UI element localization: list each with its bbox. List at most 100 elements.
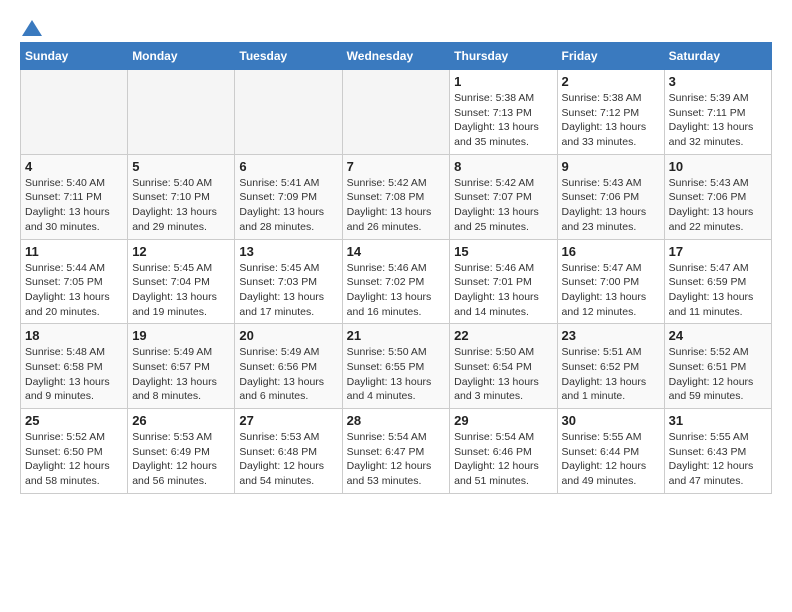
day-info: Sunrise: 5:48 AM Sunset: 6:58 PM Dayligh… bbox=[25, 345, 123, 404]
day-info: Sunrise: 5:46 AM Sunset: 7:02 PM Dayligh… bbox=[347, 261, 446, 320]
calendar-cell bbox=[342, 70, 450, 155]
calendar-cell: 24Sunrise: 5:52 AM Sunset: 6:51 PM Dayli… bbox=[664, 324, 771, 409]
day-number: 10 bbox=[669, 159, 767, 174]
calendar-cell: 23 Sunrise: 5:51 AM Sunset: 6:52 PM Dayli… bbox=[557, 324, 664, 409]
day-info: Sunrise: 5:53 AM Sunset: 6:49 PM Dayligh… bbox=[132, 430, 230, 489]
calendar-cell bbox=[235, 70, 342, 155]
calendar-table: SundayMondayTuesdayWednesdayThursdayFrid… bbox=[20, 42, 772, 494]
page-header bbox=[20, 20, 772, 32]
day-number: 18 bbox=[25, 328, 123, 343]
day-number: 2 bbox=[562, 74, 660, 89]
day-number: 27 bbox=[239, 413, 337, 428]
day-number: 4 bbox=[25, 159, 123, 174]
calendar-cell bbox=[128, 70, 235, 155]
day-number: 15 bbox=[454, 244, 552, 259]
day-info: Sunrise: 5:38 AM Sunset: 7:13 PM Dayligh… bbox=[454, 91, 552, 150]
calendar-cell: 2 Sunrise: 5:38 AM Sunset: 7:12 PM Daylig… bbox=[557, 70, 664, 155]
day-info: Sunrise: 5:47 AM Sunset: 7:00 PM Dayligh… bbox=[562, 261, 660, 320]
day-number: 30 bbox=[562, 413, 660, 428]
logo bbox=[20, 20, 42, 32]
day-header-friday: Friday bbox=[557, 43, 664, 70]
calendar-header-row: SundayMondayTuesdayWednesdayThursdayFrid… bbox=[21, 43, 772, 70]
calendar-week-5: 25 Sunrise: 5:52 AM Sunset: 6:50 PM Dayli… bbox=[21, 409, 772, 494]
day-number: 7 bbox=[347, 159, 446, 174]
day-number: 16 bbox=[562, 244, 660, 259]
day-info: Sunrise: 5:50 AM Sunset: 6:54 PM Dayligh… bbox=[454, 345, 552, 404]
calendar-cell: 6 Sunrise: 5:41 AM Sunset: 7:09 PM Daylig… bbox=[235, 154, 342, 239]
day-header-sunday: Sunday bbox=[21, 43, 128, 70]
day-info: Sunrise: 5:42 AM Sunset: 7:07 PM Dayligh… bbox=[454, 176, 552, 235]
calendar-cell: 25 Sunrise: 5:52 AM Sunset: 6:50 PM Dayli… bbox=[21, 409, 128, 494]
day-number: 8 bbox=[454, 159, 552, 174]
day-info: Sunrise: 5:50 AM Sunset: 6:55 PM Dayligh… bbox=[347, 345, 446, 404]
day-header-monday: Monday bbox=[128, 43, 235, 70]
calendar-cell: 13 Sunrise: 5:45 AM Sunset: 7:03 PM Dayli… bbox=[235, 239, 342, 324]
day-info: Sunrise: 5:38 AM Sunset: 7:12 PM Dayligh… bbox=[562, 91, 660, 150]
calendar-cell: 14 Sunrise: 5:46 AM Sunset: 7:02 PM Dayli… bbox=[342, 239, 450, 324]
day-number: 3 bbox=[669, 74, 767, 89]
day-number: 13 bbox=[239, 244, 337, 259]
day-info: Sunrise: 5:54 AM Sunset: 6:47 PM Dayligh… bbox=[347, 430, 446, 489]
day-header-tuesday: Tuesday bbox=[235, 43, 342, 70]
day-info: Sunrise: 5:40 AM Sunset: 7:10 PM Dayligh… bbox=[132, 176, 230, 235]
calendar-cell: 10 Sunrise: 5:43 AM Sunset: 7:06 PM Dayli… bbox=[664, 154, 771, 239]
day-header-thursday: Thursday bbox=[450, 43, 557, 70]
calendar-cell: 31 Sunrise: 5:55 AM Sunset: 6:43 PM Dayli… bbox=[664, 409, 771, 494]
calendar-week-4: 18 Sunrise: 5:48 AM Sunset: 6:58 PM Dayli… bbox=[21, 324, 772, 409]
day-info: Sunrise: 5:43 AM Sunset: 7:06 PM Dayligh… bbox=[669, 176, 767, 235]
day-number: 1 bbox=[454, 74, 552, 89]
day-info: Sunrise: 5:45 AM Sunset: 7:03 PM Dayligh… bbox=[239, 261, 337, 320]
calendar-cell: 9 Sunrise: 5:43 AM Sunset: 7:06 PM Daylig… bbox=[557, 154, 664, 239]
day-number: 11 bbox=[25, 244, 123, 259]
day-info: Sunrise: 5:55 AM Sunset: 6:43 PM Dayligh… bbox=[669, 430, 767, 489]
calendar-cell: 5 Sunrise: 5:40 AM Sunset: 7:10 PM Daylig… bbox=[128, 154, 235, 239]
day-info: Sunrise: 5:41 AM Sunset: 7:09 PM Dayligh… bbox=[239, 176, 337, 235]
day-number: 20 bbox=[239, 328, 337, 343]
day-info: Sunrise: 5:43 AM Sunset: 7:06 PM Dayligh… bbox=[562, 176, 660, 235]
day-number: 26 bbox=[132, 413, 230, 428]
day-number: 14 bbox=[347, 244, 446, 259]
day-info: Sunrise: 5:49 AM Sunset: 6:56 PM Dayligh… bbox=[239, 345, 337, 404]
day-info: Sunrise: 5:54 AM Sunset: 6:46 PM Dayligh… bbox=[454, 430, 552, 489]
calendar-cell: 18 Sunrise: 5:48 AM Sunset: 6:58 PM Dayli… bbox=[21, 324, 128, 409]
day-number: 29 bbox=[454, 413, 552, 428]
calendar-week-2: 4 Sunrise: 5:40 AM Sunset: 7:11 PM Daylig… bbox=[21, 154, 772, 239]
calendar-cell: 28 Sunrise: 5:54 AM Sunset: 6:47 PM Dayli… bbox=[342, 409, 450, 494]
calendar-cell: 17 Sunrise: 5:47 AM Sunset: 6:59 PM Dayli… bbox=[664, 239, 771, 324]
day-info: Sunrise: 5:52 AM Sunset: 6:50 PM Dayligh… bbox=[25, 430, 123, 489]
day-info: Sunrise: 5:51 AM Sunset: 6:52 PM Dayligh… bbox=[562, 345, 660, 404]
day-number: 12 bbox=[132, 244, 230, 259]
calendar-cell bbox=[21, 70, 128, 155]
calendar-cell: 4 Sunrise: 5:40 AM Sunset: 7:11 PM Daylig… bbox=[21, 154, 128, 239]
calendar-cell: 12 Sunrise: 5:45 AM Sunset: 7:04 PM Dayli… bbox=[128, 239, 235, 324]
calendar-cell: 21 Sunrise: 5:50 AM Sunset: 6:55 PM Dayli… bbox=[342, 324, 450, 409]
day-info: Sunrise: 5:55 AM Sunset: 6:44 PM Dayligh… bbox=[562, 430, 660, 489]
day-info: Sunrise: 5:40 AM Sunset: 7:11 PM Dayligh… bbox=[25, 176, 123, 235]
day-number: 19 bbox=[132, 328, 230, 343]
day-number: 17 bbox=[669, 244, 767, 259]
day-info: Sunrise: 5:42 AM Sunset: 7:08 PM Dayligh… bbox=[347, 176, 446, 235]
calendar-cell: 19Sunrise: 5:49 AM Sunset: 6:57 PM Dayli… bbox=[128, 324, 235, 409]
day-number: 25 bbox=[25, 413, 123, 428]
calendar-week-1: 1 Sunrise: 5:38 AM Sunset: 7:13 PM Daylig… bbox=[21, 70, 772, 155]
day-info: Sunrise: 5:47 AM Sunset: 6:59 PM Dayligh… bbox=[669, 261, 767, 320]
day-number: 5 bbox=[132, 159, 230, 174]
day-number: 22 bbox=[454, 328, 552, 343]
calendar-cell: 27 Sunrise: 5:53 AM Sunset: 6:48 PM Dayli… bbox=[235, 409, 342, 494]
day-number: 9 bbox=[562, 159, 660, 174]
day-number: 31 bbox=[669, 413, 767, 428]
day-number: 6 bbox=[239, 159, 337, 174]
day-number: 21 bbox=[347, 328, 446, 343]
day-number: 28 bbox=[347, 413, 446, 428]
calendar-cell: 20 Sunrise: 5:49 AM Sunset: 6:56 PM Dayli… bbox=[235, 324, 342, 409]
day-info: Sunrise: 5:39 AM Sunset: 7:11 PM Dayligh… bbox=[669, 91, 767, 150]
day-header-wednesday: Wednesday bbox=[342, 43, 450, 70]
calendar-cell: 26 Sunrise: 5:53 AM Sunset: 6:49 PM Dayli… bbox=[128, 409, 235, 494]
day-info: Sunrise: 5:45 AM Sunset: 7:04 PM Dayligh… bbox=[132, 261, 230, 320]
day-number: 23 bbox=[562, 328, 660, 343]
day-info: Sunrise: 5:46 AM Sunset: 7:01 PM Dayligh… bbox=[454, 261, 552, 320]
calendar-cell: 11Sunrise: 5:44 AM Sunset: 7:05 PM Dayli… bbox=[21, 239, 128, 324]
calendar-cell: 30 Sunrise: 5:55 AM Sunset: 6:44 PM Dayli… bbox=[557, 409, 664, 494]
day-info: Sunrise: 5:53 AM Sunset: 6:48 PM Dayligh… bbox=[239, 430, 337, 489]
calendar-cell: 16 Sunrise: 5:47 AM Sunset: 7:00 PM Dayli… bbox=[557, 239, 664, 324]
